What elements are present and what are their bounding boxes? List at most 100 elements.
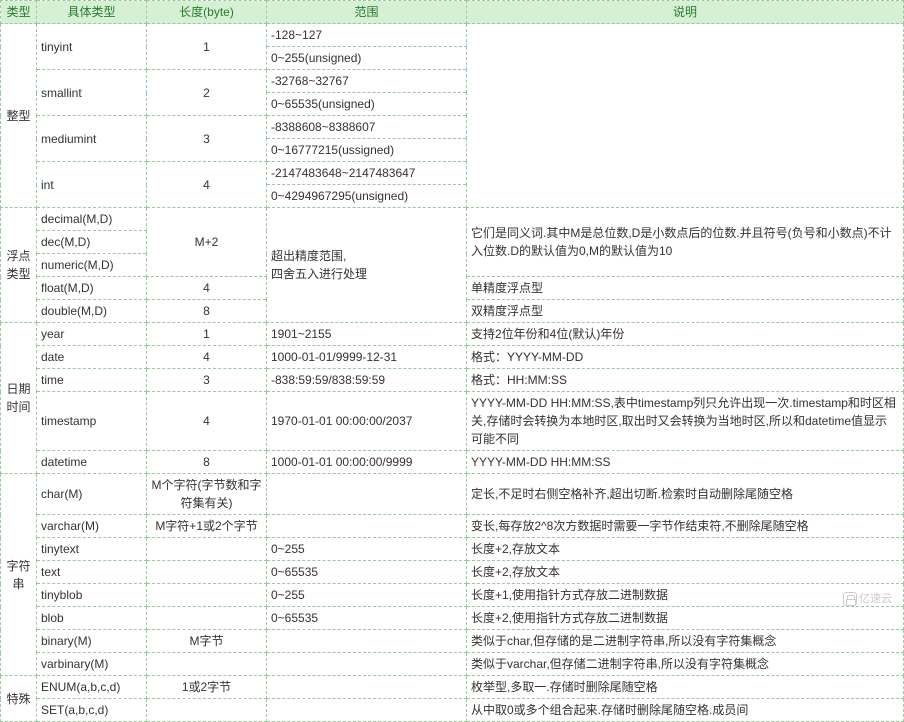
cell: 长度+2,存放文本 xyxy=(467,561,904,584)
cell: double(M,D) xyxy=(37,300,147,323)
watermark-text: 亿速云 xyxy=(859,593,892,605)
cell: tinyblob xyxy=(37,584,147,607)
th-range: 范围 xyxy=(267,1,467,24)
cell xyxy=(147,699,267,722)
cell: tinytext xyxy=(37,538,147,561)
cell: 支持2位年份和4位(默认)年份 xyxy=(467,323,904,346)
cell: text xyxy=(37,561,147,584)
table-row: binary(M) M字节 类似于char,但存储的是二进制字符串,所以没有字符… xyxy=(1,630,904,653)
cell: 1 xyxy=(147,323,267,346)
cell xyxy=(147,561,267,584)
cell: numeric(M,D) xyxy=(37,254,147,277)
th-length: 长度(byte) xyxy=(147,1,267,24)
cell xyxy=(267,474,467,515)
cell: 超出精度范围, 四舍五入进行处理 xyxy=(267,208,467,323)
cell: 长度+2,使用指针方式存放二进制数据 xyxy=(467,607,904,630)
cell xyxy=(147,538,267,561)
cell: M字节 xyxy=(147,630,267,653)
cell: 4 xyxy=(147,346,267,369)
cat-float: 浮点类型 xyxy=(1,208,37,323)
cell xyxy=(467,24,904,208)
cell: 2 xyxy=(147,70,267,116)
cell: M字符+1或2个字节 xyxy=(147,515,267,538)
table-row: 整型 tinyint 1 -128~127 xyxy=(1,24,904,47)
cell: 8 xyxy=(147,451,267,474)
cell: smallint xyxy=(37,70,147,116)
cell: 1000-01-01 00:00:00/9999 xyxy=(267,451,467,474)
table-row: tinyblob 0~255 长度+1,使用指针方式存放二进制数据 xyxy=(1,584,904,607)
th-subtype: 具体类型 xyxy=(37,1,147,24)
cell: varchar(M) xyxy=(37,515,147,538)
cell: float(M,D) xyxy=(37,277,147,300)
cell: blob xyxy=(37,607,147,630)
cell: 0~255 xyxy=(267,584,467,607)
cell: decimal(M,D) xyxy=(37,208,147,231)
table-row: tinytext 0~255 长度+2,存放文本 xyxy=(1,538,904,561)
th-type: 类型 xyxy=(1,1,37,24)
cloud-icon xyxy=(843,592,857,606)
cell: 1901~2155 xyxy=(267,323,467,346)
watermark: 亿速云 xyxy=(843,590,892,606)
cell: YYYY-MM-DD HH:MM:SS,表中timestamp列只允许出现一次.… xyxy=(467,392,904,451)
cell: mediumint xyxy=(37,116,147,162)
table-row: SET(a,b,c,d) 从中取0或多个组合起来.存储时删除尾随空格.成员间 xyxy=(1,699,904,722)
cell: 格式：HH:MM:SS xyxy=(467,369,904,392)
cell: -838:59:59/838:59:59 xyxy=(267,369,467,392)
cell: dec(M,D) xyxy=(37,231,147,254)
cell: YYYY-MM-DD HH:MM:SS xyxy=(467,451,904,474)
cell: 3 xyxy=(147,116,267,162)
cell: time xyxy=(37,369,147,392)
cell: 长度+1,使用指针方式存放二进制数据 xyxy=(467,584,904,607)
table-row: 特殊 ENUM(a,b,c,d) 1或2字节 枚举型,多取一.存储时删除尾随空格 xyxy=(1,676,904,699)
cell: year xyxy=(37,323,147,346)
cell: 类似于char,但存储的是二进制字符串,所以没有字符集概念 xyxy=(467,630,904,653)
cell: 0~255(unsigned) xyxy=(267,47,467,70)
cat-int: 整型 xyxy=(1,24,37,208)
cell: 定长,不足时右侧空格补齐,超出切断.检索时自动删除尾随空格 xyxy=(467,474,904,515)
cell: 它们是同义词.其中M是总位数,D是小数点后的位数.并且符号(负号和小数点)不计入… xyxy=(467,208,904,277)
cat-date: 日期时间 xyxy=(1,323,37,474)
table-row: text 0~65535 长度+2,存放文本 xyxy=(1,561,904,584)
cell: 双精度浮点型 xyxy=(467,300,904,323)
cell: -128~127 xyxy=(267,24,467,47)
cell: 0~4294967295(unsigned) xyxy=(267,185,467,208)
cell: M个字符(字节数和字符集有关) xyxy=(147,474,267,515)
cell: 0~65535 xyxy=(267,561,467,584)
cell: 从中取0或多个组合起来.存储时删除尾随空格.成员间 xyxy=(467,699,904,722)
cat-str: 字符串 xyxy=(1,474,37,676)
th-desc: 说明 xyxy=(467,1,904,24)
cell: 1或2字节 xyxy=(147,676,267,699)
cell xyxy=(267,676,467,699)
cell: 1970-01-01 00:00:00/2037 xyxy=(267,392,467,451)
cat-special: 特殊 xyxy=(1,676,37,722)
cell: 枚举型,多取一.存储时删除尾随空格 xyxy=(467,676,904,699)
cell: 1000-01-01/9999-12-31 xyxy=(267,346,467,369)
cell: tinyint xyxy=(37,24,147,70)
cell: 0~65535(unsigned) xyxy=(267,93,467,116)
cell: int xyxy=(37,162,147,208)
cell: binary(M) xyxy=(37,630,147,653)
table-row: datetime 8 1000-01-01 00:00:00/9999 YYYY… xyxy=(1,451,904,474)
cell xyxy=(147,584,267,607)
table-row: 浮点类型 decimal(M,D) M+2 超出精度范围, 四舍五入进行处理 它… xyxy=(1,208,904,231)
cell: 4 xyxy=(147,162,267,208)
cell: 0~255 xyxy=(267,538,467,561)
cell: 0~65535 xyxy=(267,607,467,630)
cell: 8 xyxy=(147,300,267,323)
cell xyxy=(267,630,467,653)
cell: date xyxy=(37,346,147,369)
cell: 格式：YYYY-MM-DD xyxy=(467,346,904,369)
table-row: varchar(M) M字符+1或2个字节 变长,每存放2^8次方数据时需要一字… xyxy=(1,515,904,538)
table-row: timestamp 4 1970-01-01 00:00:00/2037 YYY… xyxy=(1,392,904,451)
table-row: time 3 -838:59:59/838:59:59 格式：HH:MM:SS xyxy=(1,369,904,392)
cell xyxy=(267,653,467,676)
cell xyxy=(147,607,267,630)
cell: 类似于varchar,但存储二进制字符串,所以没有字符集概念 xyxy=(467,653,904,676)
table-row: varbinary(M) 类似于varchar,但存储二进制字符串,所以没有字符… xyxy=(1,653,904,676)
cell: char(M) xyxy=(37,474,147,515)
cell: -8388608~8388607 xyxy=(267,116,467,139)
cell: ENUM(a,b,c,d) xyxy=(37,676,147,699)
cell: -32768~32767 xyxy=(267,70,467,93)
table-row: blob 0~65535 长度+2,使用指针方式存放二进制数据 xyxy=(1,607,904,630)
table-row: 字符串 char(M) M个字符(字节数和字符集有关) 定长,不足时右侧空格补齐… xyxy=(1,474,904,515)
